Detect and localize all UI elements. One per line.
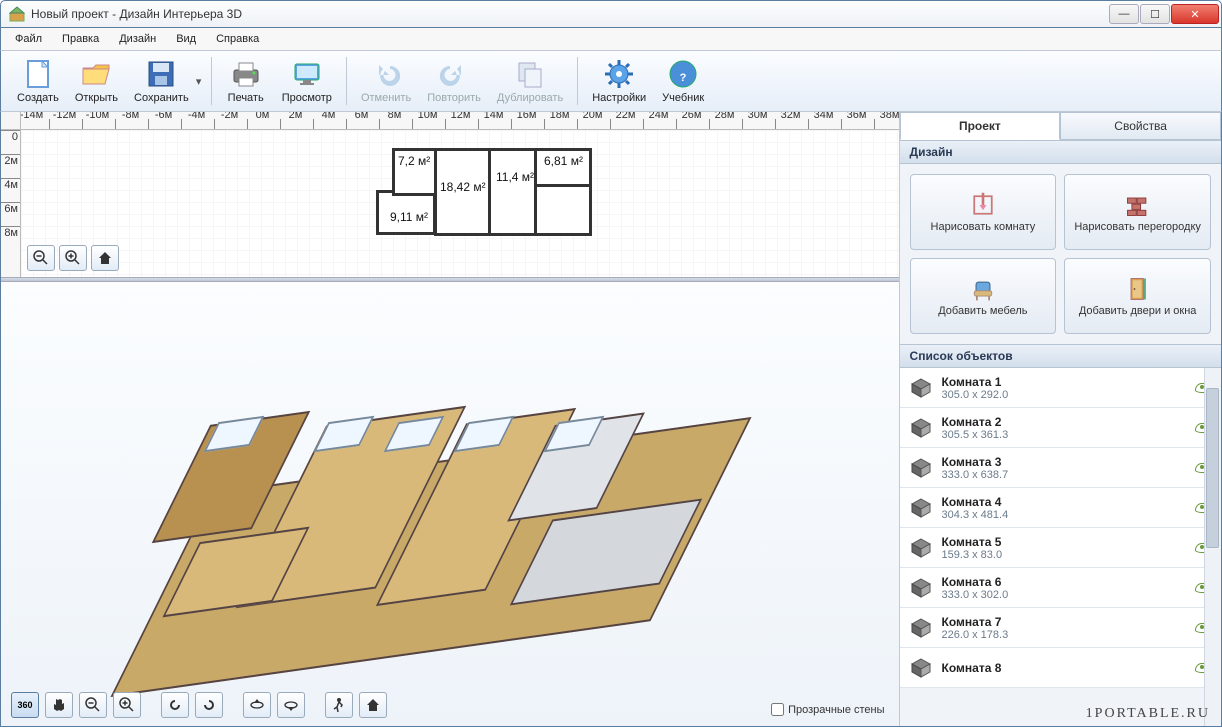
menu-edit[interactable]: Правка	[54, 31, 107, 47]
right-panel: Проект Свойства Дизайн Нарисовать комнат…	[900, 112, 1221, 726]
menu-view[interactable]: Вид	[168, 31, 204, 47]
object-list-item[interactable]: Комната 8	[900, 648, 1221, 688]
draw-room-button[interactable]: Нарисовать комнату	[910, 174, 1057, 250]
window-titlebar: Новый проект - Дизайн Интерьера 3D — ☐ ✕	[0, 0, 1222, 28]
menu-bar: Файл Правка Дизайн Вид Справка	[0, 28, 1222, 50]
object-list-item[interactable]: Комната 3333.0 x 638.7	[900, 448, 1221, 488]
object-list-item[interactable]: Комната 1305.0 x 292.0	[900, 368, 1221, 408]
room-icon	[910, 457, 932, 479]
object-list-item[interactable]: Комната 5159.3 x 83.0	[900, 528, 1221, 568]
room-icon	[910, 537, 932, 559]
object-list-item[interactable]: Комната 7226.0 x 178.3	[900, 608, 1221, 648]
home-2d-button[interactable]	[91, 245, 119, 271]
pan-3d-button[interactable]	[45, 692, 73, 718]
print-button[interactable]: Печать	[218, 53, 274, 109]
plan-2d-view[interactable]: 02м4м6м8м -14м-12м-10м-8м-6м-4м-2м0м2м4м…	[1, 112, 899, 277]
object-list-scrollbar[interactable]	[1204, 368, 1221, 726]
window-minimize-button[interactable]: —	[1109, 4, 1139, 24]
section-objects-header: Список объектов	[900, 344, 1221, 368]
room-icon	[910, 657, 932, 679]
section-design-header: Дизайн	[900, 140, 1221, 164]
tilt-down-button[interactable]	[277, 692, 305, 718]
room-icon	[910, 377, 932, 399]
duplicate-button[interactable]: Дублировать	[489, 53, 571, 109]
zoom-in-3d-button[interactable]	[113, 692, 141, 718]
object-list-item[interactable]: Комната 4304.3 x 481.4	[900, 488, 1221, 528]
menu-file[interactable]: Файл	[7, 31, 50, 47]
tab-project[interactable]: Проект	[900, 112, 1061, 140]
room-icon	[910, 497, 932, 519]
zoom-out-3d-button[interactable]	[79, 692, 107, 718]
ruler-vertical: 02м4м6м8м	[1, 130, 21, 277]
add-doors-windows-button[interactable]: Добавить двери и окна	[1064, 258, 1211, 334]
view-3d[interactable]: 360 Прозрачные стены	[1, 282, 899, 726]
main-toolbar: Создать Открыть Сохранить ▾ Печать Просм…	[0, 50, 1222, 112]
window-close-button[interactable]: ✕	[1171, 4, 1219, 24]
object-list: Комната 1305.0 x 292.0Комната 2305.5 x 3…	[900, 368, 1221, 726]
room-icon	[910, 577, 932, 599]
watermark: 1PORTABLE.RU	[1086, 706, 1210, 722]
window-maximize-button[interactable]: ☐	[1140, 4, 1170, 24]
redo-button[interactable]: Повторить	[419, 53, 489, 109]
room-icon	[910, 617, 932, 639]
tutorial-button[interactable]: ?Учебник	[654, 53, 712, 109]
add-furniture-button[interactable]: Добавить мебель	[910, 258, 1057, 334]
zoom-out-2d-button[interactable]	[27, 245, 55, 271]
tilt-up-button[interactable]	[243, 692, 271, 718]
orbit-right-button[interactable]	[195, 692, 223, 718]
menu-help[interactable]: Справка	[208, 31, 267, 47]
window-title: Новый проект - Дизайн Интерьера 3D	[31, 7, 242, 21]
undo-button[interactable]: Отменить	[353, 53, 419, 109]
create-button[interactable]: Создать	[9, 53, 67, 109]
menu-design[interactable]: Дизайн	[111, 31, 164, 47]
transparent-walls-checkbox[interactable]: Прозрачные стены	[771, 703, 884, 716]
settings-button[interactable]: Настройки	[584, 53, 654, 109]
draw-wall-button[interactable]: Нарисовать перегородку	[1064, 174, 1211, 250]
room-icon	[910, 417, 932, 439]
tab-properties[interactable]: Свойства	[1060, 112, 1221, 140]
home-3d-button[interactable]	[359, 692, 387, 718]
walk-button[interactable]	[325, 692, 353, 718]
object-list-item[interactable]: Комната 6333.0 x 302.0	[900, 568, 1221, 608]
zoom-in-2d-button[interactable]	[59, 245, 87, 271]
object-list-item[interactable]: Комната 2305.5 x 361.3	[900, 408, 1221, 448]
ruler-horizontal: -14м-12м-10м-8м-6м-4м-2м0м2м4м6м8м10м12м…	[21, 112, 899, 130]
save-dropdown-caret[interactable]: ▾	[193, 75, 205, 88]
floorplan-2d[interactable]: 7,2 м² 18,42 м² 11,4 м² 6,81 м² 9,11 м²	[376, 140, 606, 250]
orbit-left-button[interactable]	[161, 692, 189, 718]
svg-text:?: ?	[680, 72, 687, 84]
open-button[interactable]: Открыть	[67, 53, 126, 109]
model-3d[interactable]	[121, 362, 741, 692]
preview-button[interactable]: Просмотр	[274, 53, 340, 109]
app-icon	[9, 6, 25, 22]
rotate-360-button[interactable]: 360	[11, 692, 39, 718]
save-button[interactable]: Сохранить	[126, 53, 197, 109]
